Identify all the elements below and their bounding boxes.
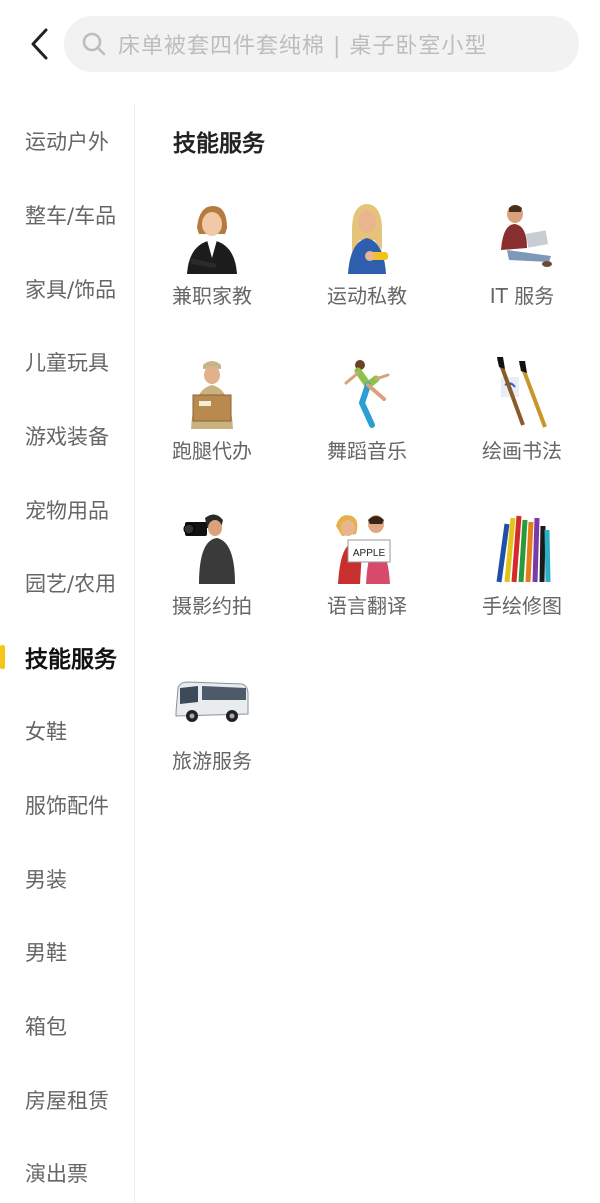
chevron-left-icon <box>31 28 48 60</box>
sidebar-item-label: 运动户外 <box>25 130 109 154</box>
tile-label: 兼职家教 <box>172 284 252 308</box>
sidebar-item-show-tickets[interactable]: 演出票 <box>0 1143 135 1203</box>
tile-it-services[interactable]: IT 服务 <box>462 198 582 328</box>
sidebar-item-menswear[interactable]: 男装 <box>0 849 135 909</box>
tile-label: 运动私教 <box>327 284 407 308</box>
fitness-trainer-photo <box>327 198 407 278</box>
sidebar-item-gardening[interactable]: 园艺/农用 <box>0 553 135 613</box>
sidebar-item-label: 游戏装备 <box>25 425 109 449</box>
active-indicator <box>0 645 5 669</box>
tile-label: 旅游服务 <box>172 749 252 773</box>
tile-translation[interactable]: APPLE 语言翻译 <box>307 508 427 638</box>
sidebar-item-bags[interactable]: 箱包 <box>0 996 135 1056</box>
delivery-man-box-photo <box>172 353 252 433</box>
man-with-laptop-photo <box>482 198 562 278</box>
tile-photography[interactable]: 摄影约拍 <box>152 508 272 638</box>
sidebar-item-pets[interactable]: 宠物用品 <box>0 480 135 540</box>
sidebar-item-house-rental[interactable]: 房屋租赁 <box>0 1070 135 1130</box>
sidebar-item-vehicles[interactable]: 整车/车品 <box>0 185 135 245</box>
tile-label: 手绘修图 <box>482 594 562 618</box>
tile-label: 绘画书法 <box>482 439 562 463</box>
sidebar-item-gaming[interactable]: 游戏装备 <box>0 406 135 466</box>
section-title: 技能服务 <box>173 131 265 157</box>
tile-dance-music[interactable]: 舞蹈音乐 <box>307 353 427 483</box>
sidebar-item-furniture[interactable]: 家具/饰品 <box>0 259 135 319</box>
sidebar-item-label: 整车/车品 <box>25 204 117 228</box>
sidebar-item-label: 房屋租赁 <box>25 1089 109 1113</box>
sidebar-item-label: 箱包 <box>25 1015 67 1039</box>
sidebar-item-toys[interactable]: 儿童玩具 <box>0 332 135 392</box>
tile-errands[interactable]: 跑腿代办 <box>152 353 272 483</box>
back-button[interactable] <box>22 24 56 64</box>
calligraphy-brushes-photo <box>482 353 562 433</box>
tile-travel-services[interactable]: 旅游服务 <box>152 663 272 793</box>
sidebar-item-label: 园艺/农用 <box>25 572 117 596</box>
dancer-photo <box>327 353 407 433</box>
tour-bus-photo <box>172 663 252 743</box>
sidebar-item-label: 演出票 <box>25 1162 88 1186</box>
colored-pencils-photo <box>482 508 562 588</box>
sidebar-item-womens-shoes[interactable]: 女鞋 <box>0 701 135 761</box>
sidebar-item-label: 家具/饰品 <box>25 278 117 302</box>
search-input[interactable]: 床单被套四件套纯棉 | 桌子卧室小型 <box>64 16 579 72</box>
sidebar-item-label: 宠物用品 <box>25 499 109 523</box>
sidebar-item-label: 技能服务 <box>25 647 117 673</box>
tile-label: 舞蹈音乐 <box>327 439 407 463</box>
tile-tutoring[interactable]: 兼职家教 <box>152 198 272 328</box>
sidebar-item-sports[interactable]: 运动户外 <box>0 111 135 171</box>
sidebar-item-label: 服饰配件 <box>25 794 109 818</box>
sidebar-item-skill-services[interactable]: 技能服务 <box>0 627 135 687</box>
sidebar-item-label: 女鞋 <box>25 720 67 744</box>
apple-sign-kids-photo: APPLE <box>327 508 407 588</box>
apple-sign-text: APPLE <box>353 548 386 559</box>
search-icon <box>80 30 108 58</box>
tile-label: 摄影约拍 <box>172 594 252 618</box>
tile-label: IT 服务 <box>489 284 555 308</box>
tile-fitness-coach[interactable]: 运动私教 <box>307 198 427 328</box>
tutor-woman-photo <box>172 198 252 278</box>
tile-label: 语言翻译 <box>327 594 407 618</box>
category-sidebar: 运动户外 整车/车品 家具/饰品 儿童玩具 游戏装备 宠物用品 园艺/农用 技能… <box>0 104 135 1203</box>
search-placeholder: 床单被套四件套纯棉 | 桌子卧室小型 <box>118 34 488 59</box>
sidebar-item-label: 男鞋 <box>25 941 67 965</box>
sidebar-item-label: 男装 <box>25 868 67 892</box>
sidebar-item-mens-shoes[interactable]: 男鞋 <box>0 922 135 982</box>
photographer-camera-photo <box>172 508 252 588</box>
sidebar-item-label: 儿童玩具 <box>25 351 109 375</box>
top-bar: 床单被套四件套纯棉 | 桌子卧室小型 <box>0 0 600 90</box>
tile-painting-calligraphy[interactable]: 绘画书法 <box>462 353 582 483</box>
tile-hand-drawing-retouch[interactable]: 手绘修图 <box>462 508 582 638</box>
tile-label: 跑腿代办 <box>172 439 252 463</box>
sidebar-item-accessories[interactable]: 服饰配件 <box>0 775 135 835</box>
